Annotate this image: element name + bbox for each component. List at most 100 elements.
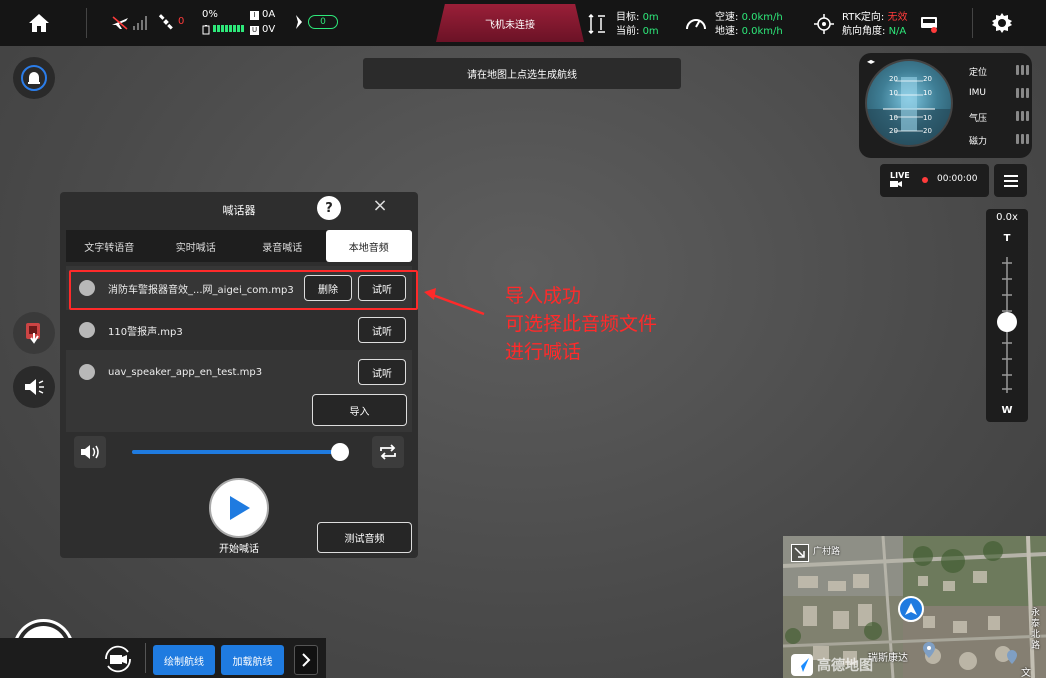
alarm-button[interactable] [13,57,55,99]
highlight-box [69,270,418,310]
target-value: 0m [642,12,659,23]
gear-icon [992,13,1012,33]
radio-button[interactable] [79,364,95,380]
speaker-toggle-button[interactable] [13,366,55,408]
audio-file-row[interactable]: 110警报声.mp3 试听 [66,310,412,350]
home-button[interactable] [0,0,78,46]
start-broadcast-button[interactable] [209,478,269,538]
annotation-arrow-icon [424,288,485,316]
satellite-icon [158,14,173,30]
zoom-wide-label: W [1001,405,1013,416]
voltage-value: 0V [262,24,276,35]
gps-info: 0 [294,14,338,30]
play-icon [230,496,250,520]
battery-info: 0% [202,9,250,36]
speaker-device-button[interactable] [13,312,55,354]
remote-controller-icon[interactable] [919,14,939,38]
map-pin-icon [923,642,935,658]
map-attribution: 高德地图 [791,654,873,676]
altitude-info: 目标: 0m 当前: 0m [616,12,671,38]
record-time: 00:00:00 [937,174,978,184]
sensor-row: 气压 [969,111,1029,134]
tab-text-to-speech[interactable]: 文字转语音 [66,230,153,262]
map-road-label: 广村路 [813,547,841,557]
tab-realtime[interactable]: 实时喊话 [153,230,240,262]
groundspeed-label: 地速: [715,26,739,37]
loop-icon [380,444,396,460]
annotation-line: 导入成功 [505,285,582,307]
pitch-label: 10 [923,89,932,97]
attitude-panel: ◂▸ 20 20 10 10 10 10 20 20 定位 IMU 气压 磁力 [859,53,1032,158]
volume-icon [81,445,99,459]
speedometer-icon [685,13,707,37]
pitch-label: 10 [923,114,932,122]
live-stream-box[interactable]: LIVE 00:00:00 [880,164,989,197]
route-hint-bar: 请在地图上点选生成航线 [363,58,681,89]
home-icon [29,14,49,32]
annotation-text: 导入成功 可选择此音频文件 进行喊话 [505,282,657,366]
draw-route-button[interactable]: 绘制航线 [153,645,215,675]
map-poi-label: 文 [1021,668,1031,678]
megaphone-device-icon [26,323,40,344]
record-dot-icon [922,177,928,183]
groundspeed-value: 0.0km/h [741,26,783,37]
map-pin-icon [1007,650,1017,664]
speaker-mode-tabs: 文字转语音 实时喊话 录音喊话 本地音频 [66,230,412,262]
live-label: LIVE [890,171,910,190]
volume-slider[interactable] [132,450,346,454]
rtk-info: RTK定向: 无效 航向角度: N/A [842,12,916,38]
mini-map[interactable]: 广村路 永泰北路 瑞斯康达 文 高德地图 [783,536,1046,678]
preview-button[interactable]: 试听 [358,359,406,385]
menu-button[interactable] [994,164,1027,197]
signal-bars-icon [133,16,147,30]
loudspeaker-icon [25,379,44,395]
satellite-signal: 0 [158,14,184,30]
satellite-count: 0 [178,16,185,27]
pitch-label: 20 [889,127,898,135]
loop-button[interactable] [372,436,404,468]
sensor-row: 磁力 [969,134,1029,157]
load-route-button[interactable]: 加载航线 [221,645,284,675]
current-alt-value: 0m [642,26,659,37]
speaker-panel: 喊话器 ? × 文字转语音 实时喊话 录音喊话 本地音频 消防车警报器音效_..… [60,192,418,558]
tab-local-audio[interactable]: 本地音频 [325,230,412,262]
sensor-row: IMU [969,88,1029,111]
top-status-bar: 0 0% I 0A U 0V 0 飞机未连接 目标: 0m 当前: 0m 空速: 0… [0,0,1046,46]
home-point-icon [905,603,917,615]
airspeed-value: 0.0km/h [741,12,783,23]
close-button[interactable]: × [372,196,388,216]
camera-icon [890,181,902,187]
map-road-label: 永泰北路 [1031,608,1041,651]
audio-file-row[interactable]: uav_speaker_app_en_test.mp3 试听 [66,352,412,392]
radio-button[interactable] [79,322,95,338]
current-label: 当前: [616,26,640,37]
speed-info: 空速: 0.0km/h 地速: 0.0km/h [715,12,805,38]
bell-icon [21,65,47,91]
preview-button[interactable]: 试听 [358,317,406,343]
pitch-label: 20 [923,127,932,135]
gps-count: 0 [308,15,338,29]
amap-logo-icon [791,654,813,676]
pitch-label: 10 [889,89,898,97]
home-point-marker [898,596,924,622]
expand-toolbar-button[interactable] [294,645,318,675]
pitch-label: 20 [923,75,932,83]
camera-switch-button[interactable] [100,643,136,678]
battery-percent: 0% [202,9,218,20]
annotation-line: 进行喊话 [505,341,582,363]
battery-icon [202,25,210,35]
volume-knob[interactable] [330,443,349,461]
audio-file-name: 110警报声.mp3 [108,326,183,338]
pitch-label: 10 [889,114,898,122]
connection-status: 飞机未连接 [436,4,584,42]
settings-button[interactable] [990,11,1014,39]
volume-button[interactable] [74,436,106,468]
attitude-dial: 20 20 10 10 10 10 20 20 [865,59,953,147]
help-button[interactable]: ? [317,196,341,220]
import-button[interactable]: 导入 [312,394,407,426]
test-audio-button[interactable]: 测试音频 [317,522,412,553]
map-collapse-button[interactable] [791,544,809,562]
tab-recording[interactable]: 录音喊话 [239,230,326,262]
sensor-row: 定位 [969,65,1029,88]
zoom-slider-panel[interactable]: 0.0x T W [986,209,1028,422]
